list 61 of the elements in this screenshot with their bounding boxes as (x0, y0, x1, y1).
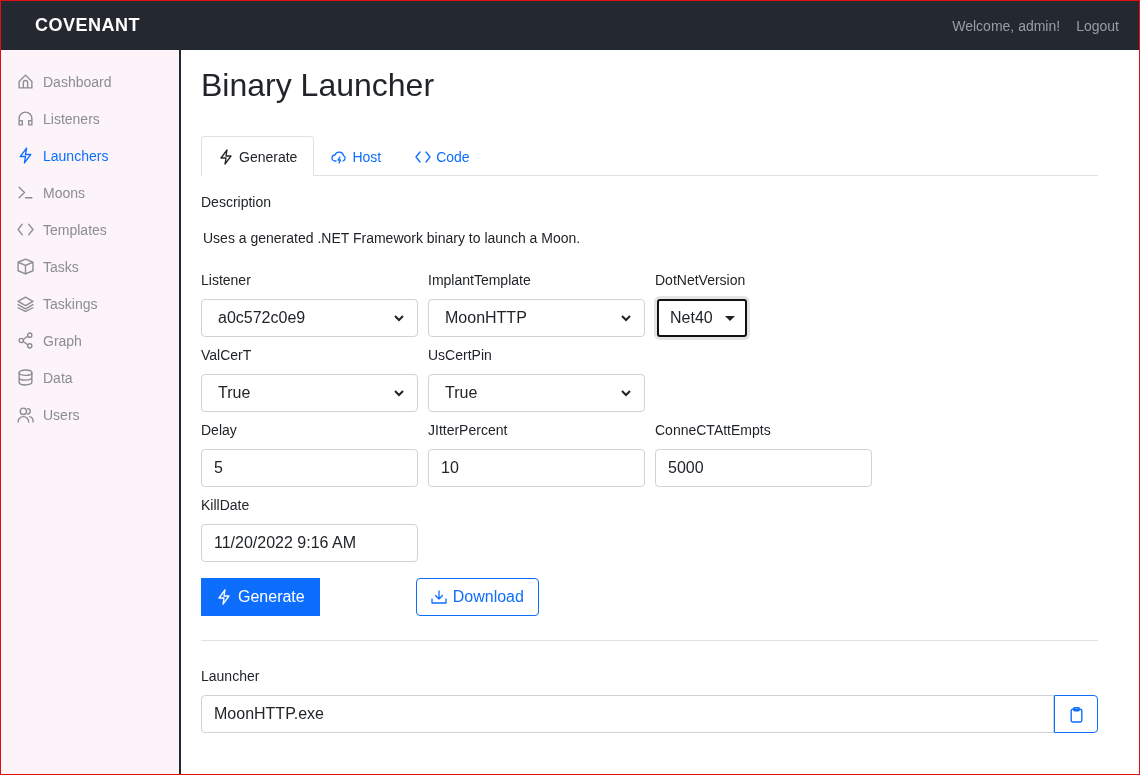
input-field[interactable]: 5 (201, 449, 418, 487)
field-label: JItterPercent (428, 422, 509, 438)
sidebar-item[interactable]: Graph (1, 322, 179, 359)
copy-icon (1067, 705, 1085, 723)
tab[interactable]: Code (398, 136, 487, 176)
select-field[interactable]: a0c572c0e9 (201, 299, 418, 337)
generate-button[interactable]: Generate (201, 578, 320, 616)
sidebar-item[interactable]: Data (1, 359, 179, 396)
tab[interactable]: Generate (201, 136, 315, 176)
sidebar-item[interactable]: Moons (1, 174, 179, 211)
logout-link[interactable]: Logout (1076, 17, 1119, 34)
chevron-down-icon (393, 312, 405, 324)
tab[interactable]: Host (314, 136, 399, 176)
description-text: Uses a generated .NET Framework binary to launch a Moon. (203, 230, 582, 246)
headphones-icon (17, 110, 34, 127)
house-icon (17, 73, 34, 90)
sidebar-item[interactable]: Templates (1, 211, 179, 248)
field-label: UsCertPin (428, 347, 493, 363)
terminal-icon (17, 184, 34, 201)
input-field[interactable]: 11/20/2022 9:16 AM (201, 524, 418, 562)
select-field[interactable]: MoonHTTP (428, 299, 645, 337)
sidebar-item[interactable]: Listeners (1, 100, 179, 137)
box-icon (17, 258, 34, 275)
sidebar-item[interactable]: Taskings (1, 285, 179, 322)
description-label: Description (201, 194, 273, 210)
input-field[interactable]: 5000 (655, 449, 872, 487)
lightning-icon (17, 147, 34, 164)
chevron-down-icon (620, 312, 632, 324)
sidebar-item[interactable]: Tasks (1, 248, 179, 285)
layers-icon (17, 295, 34, 312)
app-logo: COVENANT (35, 15, 140, 36)
launcher-field[interactable]: MoonHTTP.exe (201, 695, 1054, 733)
code-icon (17, 221, 34, 238)
lightning-icon (218, 148, 234, 165)
download-button[interactable]: Download (415, 578, 539, 616)
field-label: DotNetVersion (655, 272, 747, 288)
lightning-icon (216, 589, 232, 605)
chevron-down-icon (393, 387, 405, 399)
users-icon (17, 406, 34, 423)
field-label: Delay (201, 422, 238, 438)
field-label: Listener (201, 272, 252, 288)
caret-icon (725, 315, 735, 321)
field-label: ValCerT (201, 347, 253, 363)
chevron-down-icon (620, 387, 632, 399)
select-field[interactable]: Net40 (657, 299, 747, 337)
page-title: Binary Launcher (201, 67, 436, 104)
download-icon (430, 589, 447, 605)
field-label: KillDate (201, 497, 251, 513)
field-label: ImplantTemplate (428, 272, 532, 288)
welcome-text: Welcome, admin! (952, 17, 1061, 34)
field-label: ConneCTAttEmpts (655, 422, 772, 438)
select-field[interactable]: True (428, 374, 645, 412)
copy-button[interactable] (1054, 695, 1098, 733)
sidebar-item[interactable]: Dashboard (1, 63, 179, 100)
sidebar-item[interactable]: Users (1, 396, 179, 433)
field-label: Launcher (201, 668, 261, 684)
share-icon (17, 332, 34, 349)
sidebar-item[interactable]: Launchers (1, 137, 179, 174)
select-field[interactable]: True (201, 374, 418, 412)
input-field[interactable]: 10 (428, 449, 645, 487)
database-icon (17, 369, 34, 386)
